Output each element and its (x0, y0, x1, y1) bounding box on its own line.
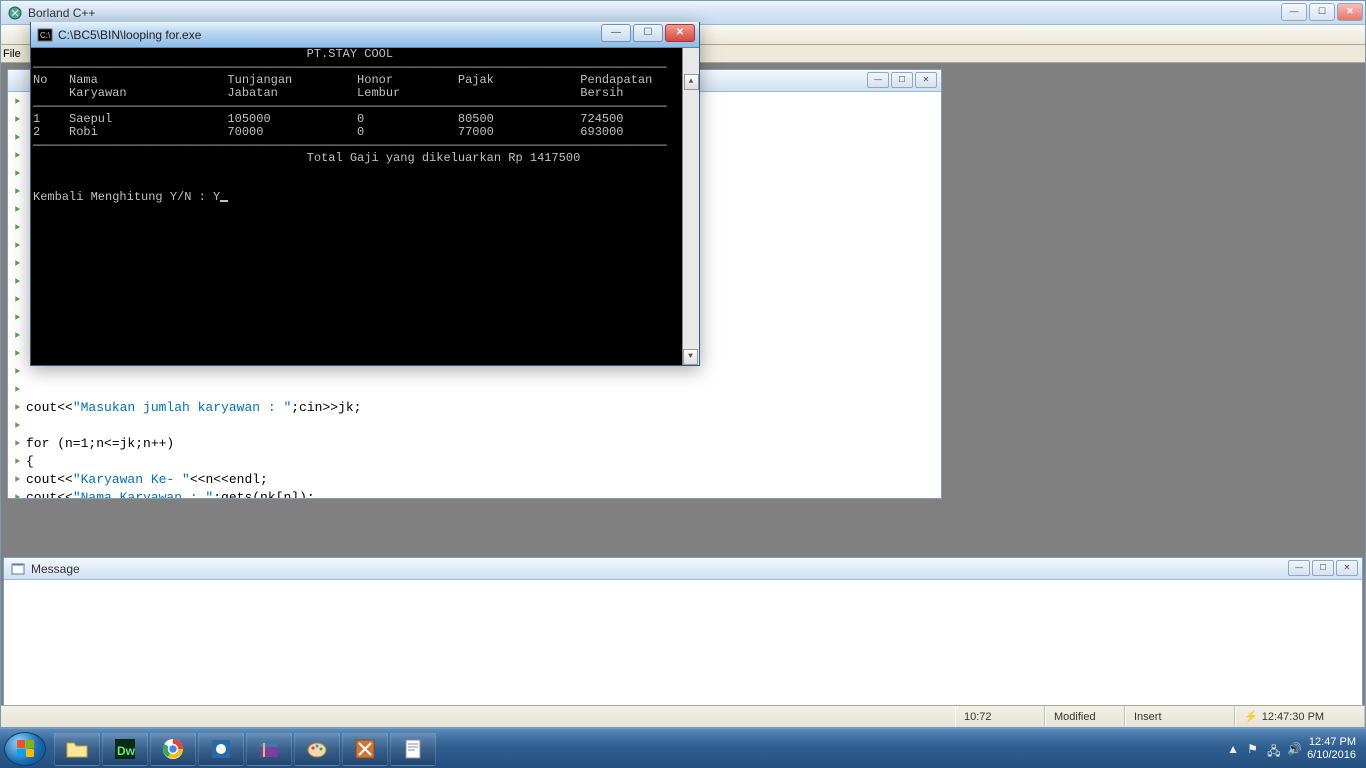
winrar-icon (257, 737, 281, 761)
app-title: Borland C++ (28, 6, 95, 20)
chrome-icon (161, 737, 185, 761)
taskbar-winrar-button[interactable] (246, 732, 292, 766)
taskbar-explorer-button[interactable] (54, 732, 100, 766)
message-title: Message (31, 562, 80, 576)
message-maximize-button[interactable]: ☐ (1312, 560, 1334, 576)
message-panel: Message — ☐ ✕ Buildtime Runtime Script (3, 557, 1363, 705)
tray-flag-icon[interactable]: ⚑ (1247, 742, 1261, 756)
message-minimize-button[interactable]: — (1288, 560, 1310, 576)
taskbar-app1-button[interactable] (198, 732, 244, 766)
console-minimize-button[interactable]: — (601, 24, 631, 42)
console-controls: — ☐ ✕ (601, 24, 695, 42)
status-time: ⚡ 12:47:30 PM (1235, 706, 1365, 727)
console-title-text: C:\BC5\BIN\looping for.exe (58, 28, 201, 42)
status-modified: Modified (1045, 706, 1125, 727)
editor-controls: — ☐ ✕ (867, 72, 937, 88)
scroll-up-button[interactable]: ▲ (684, 74, 699, 90)
message-icon (10, 561, 26, 577)
tray-clock[interactable]: 12:47 PM 6/10/2016 (1307, 736, 1356, 762)
editor-maximize-button[interactable]: ☐ (891, 72, 913, 88)
message-close-button[interactable]: ✕ (1336, 560, 1358, 576)
editor-close-button[interactable]: ✕ (915, 72, 937, 88)
maximize-button[interactable]: ☐ (1309, 3, 1335, 21)
minimize-button[interactable]: — (1281, 3, 1307, 21)
taskbar-borland-button[interactable] (342, 732, 388, 766)
system-tray[interactable]: ▲ ⚑ 🖧 🔊 12:47 PM 6/10/2016 (1227, 736, 1362, 762)
taskbar-notepad-button[interactable] (390, 732, 436, 766)
status-mode: Insert (1125, 706, 1235, 727)
paint-icon (305, 737, 329, 761)
lightning-icon: ⚡ (1244, 710, 1258, 723)
document-icon (401, 737, 425, 761)
message-titlebar[interactable]: Message — ☐ ✕ (4, 558, 1362, 580)
message-body[interactable] (4, 580, 1362, 705)
close-button[interactable]: ✕ (1337, 3, 1363, 21)
app-icon (209, 737, 233, 761)
app-icon (7, 5, 23, 21)
window-controls: — ☐ ✕ (1281, 3, 1363, 21)
tray-show-hidden-icon[interactable]: ▲ (1227, 742, 1241, 756)
message-controls: — ☐ ✕ (1288, 560, 1358, 576)
taskbar-dreamweaver-button[interactable]: Dw (102, 732, 148, 766)
console-icon: C:\ (37, 27, 53, 43)
svg-text:Dw: Dw (117, 744, 136, 758)
console-titlebar[interactable]: C:\ C:\BC5\BIN\looping for.exe — ☐ ✕ (31, 22, 699, 48)
taskbar: Dw ▲ ⚑ 🖧 🔊 12:47 PM 6/10/2016 (0, 728, 1366, 768)
taskbar-chrome-button[interactable] (150, 732, 196, 766)
console-window: C:\ C:\BC5\BIN\looping for.exe — ☐ ✕ PT.… (30, 22, 700, 366)
tray-volume-icon[interactable]: 🔊 (1287, 742, 1301, 756)
svg-text:C:\: C:\ (40, 31, 51, 40)
borland-icon (353, 737, 377, 761)
windows-logo-icon (17, 740, 34, 757)
menu-file[interactable]: File (3, 48, 21, 60)
editor-minimize-button[interactable]: — (867, 72, 889, 88)
status-position: 10:72 (955, 706, 1045, 727)
dw-icon: Dw (113, 737, 137, 761)
console-scrollbar[interactable]: ▲ ▼ (682, 48, 699, 365)
console-close-button[interactable]: ✕ (665, 24, 695, 42)
tray-network-icon[interactable]: 🖧 (1267, 742, 1281, 756)
status-bar: 10:72 Modified Insert ⚡ 12:47:30 PM (1, 705, 1365, 727)
console-maximize-button[interactable]: ☐ (633, 24, 663, 42)
taskbar-paint-button[interactable] (294, 732, 340, 766)
console-body[interactable]: PT.STAY COOL ———————————————————————————… (31, 48, 699, 365)
scroll-down-button[interactable]: ▼ (683, 349, 698, 365)
folder-icon (65, 737, 89, 761)
start-button[interactable] (4, 732, 46, 766)
